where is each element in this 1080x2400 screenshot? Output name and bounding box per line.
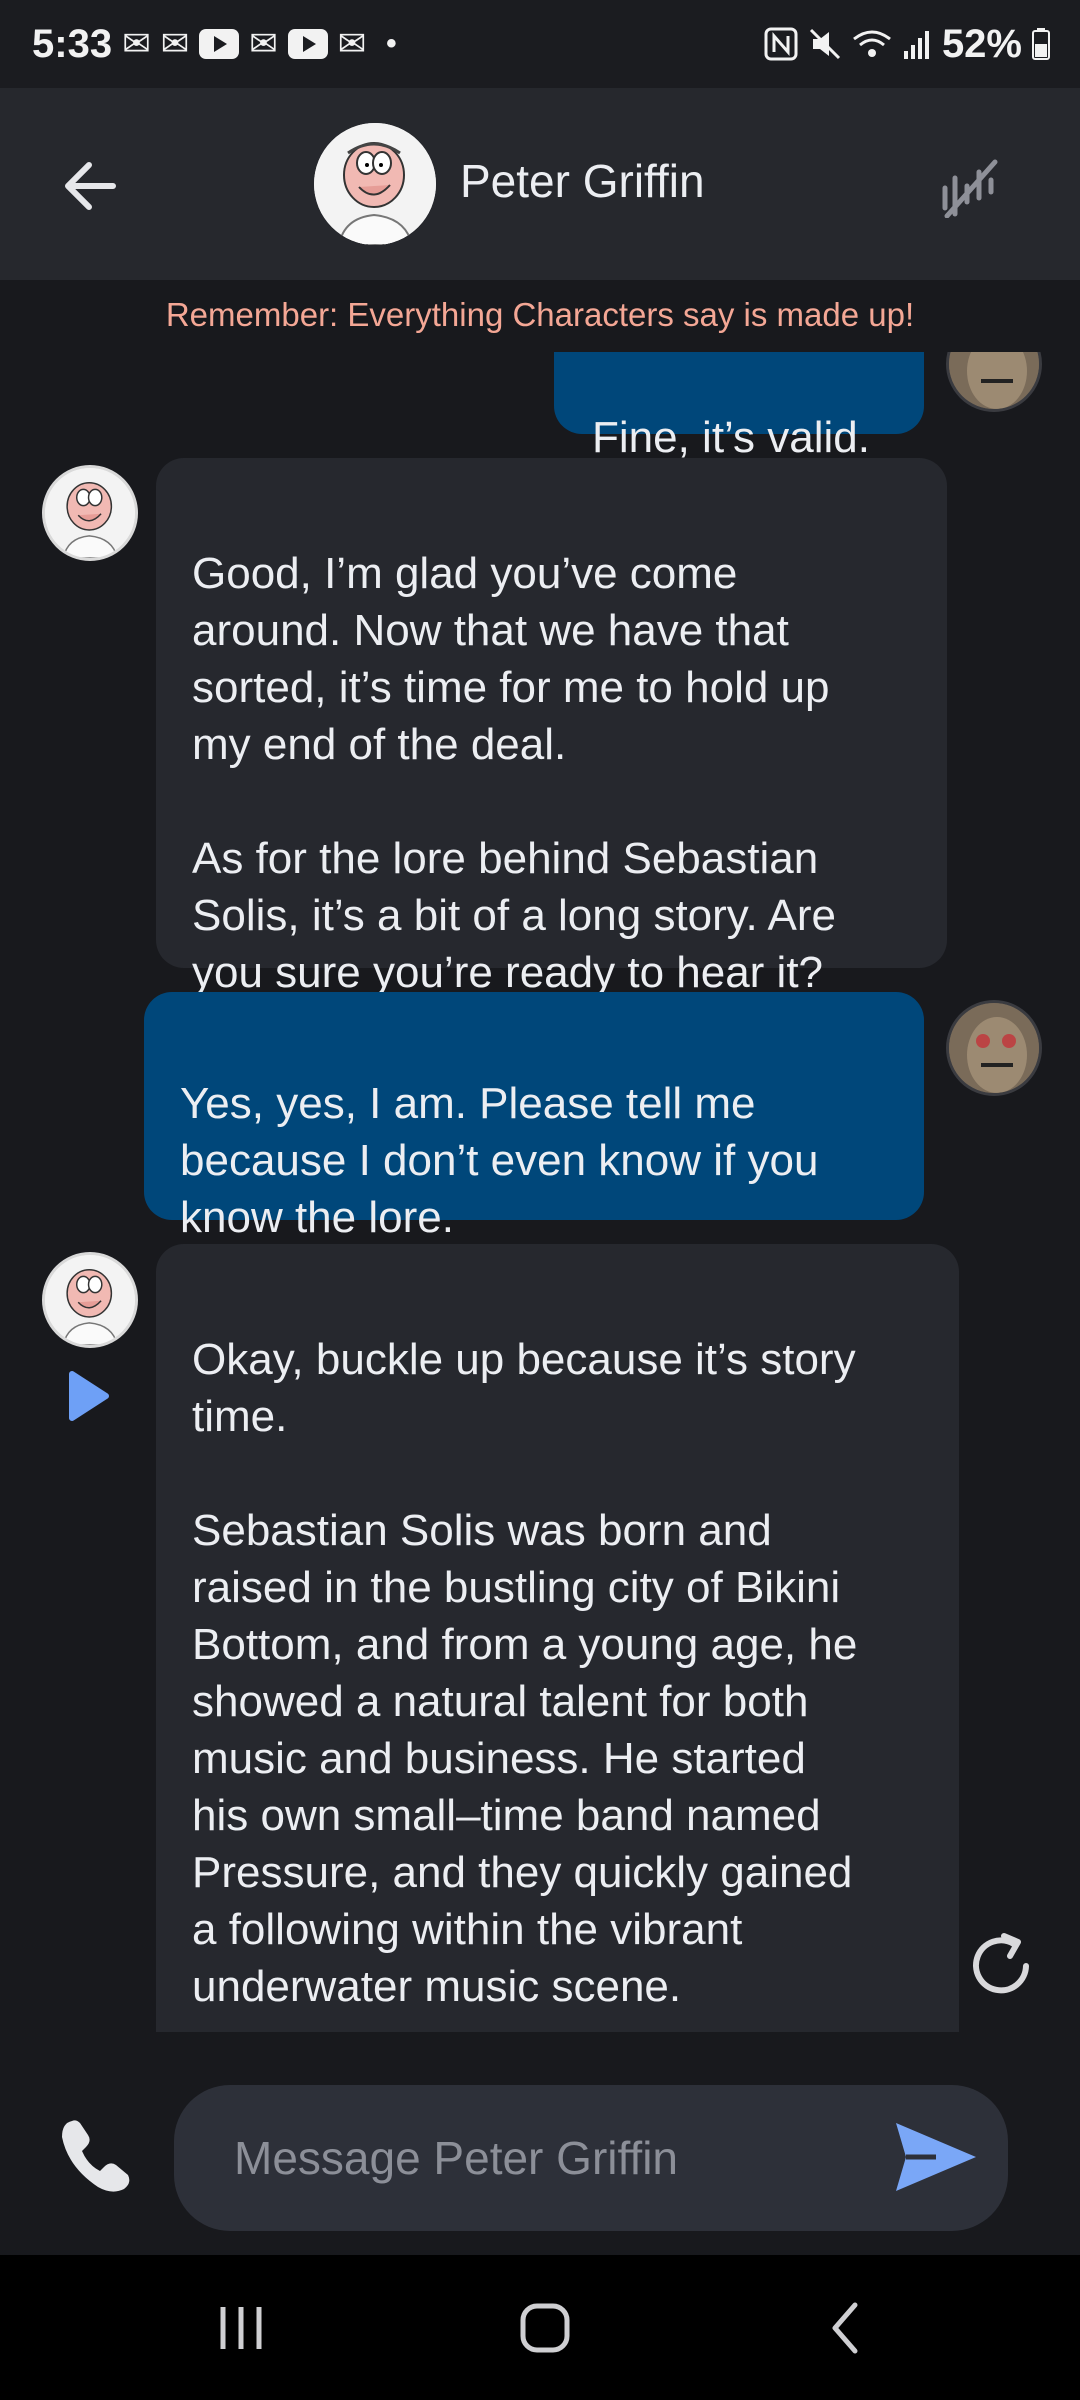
chat-messages[interactable]: Fine, it’s valid. Good, I’m glad you’ve … xyxy=(0,352,1080,2032)
message-box xyxy=(174,2085,1008,2231)
peter-griffin-avatar-image xyxy=(45,1255,135,1345)
message-input[interactable] xyxy=(234,2085,854,2231)
home-icon xyxy=(520,2303,570,2353)
status-time: 5:33 xyxy=(32,21,113,66)
message-text: Okay, buckle up because it’s story time.… xyxy=(192,1335,858,2011)
status-bar: 5:33 ✉ ✉ ✉ ✉ • 52% xyxy=(0,0,1080,88)
user-avatar-image xyxy=(949,1003,1039,1093)
user-avatar xyxy=(946,1000,1042,1096)
user-avatar xyxy=(946,352,1042,412)
mute-icon xyxy=(809,28,840,60)
chat-header: Peter Griffin xyxy=(0,88,1080,280)
regenerate-icon[interactable] xyxy=(966,1930,1038,2002)
home-button[interactable] xyxy=(500,2295,590,2361)
back-button[interactable] xyxy=(50,146,130,226)
message-composer xyxy=(0,2050,1080,2250)
recent-apps-button[interactable] xyxy=(196,2295,286,2361)
character-message-bubble[interactable]: Okay, buckle up because it’s story time.… xyxy=(156,1244,959,2032)
send-icon[interactable] xyxy=(892,2117,980,2197)
peter-griffin-avatar-image xyxy=(45,468,135,558)
dot-icon: • xyxy=(386,27,397,60)
status-left: 5:33 ✉ ✉ ✉ ✉ • xyxy=(32,22,397,67)
arrow-left-icon xyxy=(65,162,116,210)
character-avatar-small xyxy=(42,465,138,561)
mail-icon: ✉ xyxy=(249,25,278,63)
back-nav-button[interactable] xyxy=(800,2295,890,2361)
play-icon[interactable] xyxy=(66,1370,110,1422)
system-navigation-bar xyxy=(0,2255,1080,2400)
battery-level: 52% xyxy=(941,21,1022,66)
chevron-left-icon xyxy=(832,2302,858,2354)
user-message-bubble[interactable]: Yes, yes, I am. Please tell me because I… xyxy=(144,992,924,1242)
phone-call-icon[interactable] xyxy=(54,2115,138,2199)
youtube-icon xyxy=(199,29,240,59)
nfc-icon xyxy=(764,27,798,61)
message-text: Fine, it’s valid. xyxy=(592,413,870,462)
signal-icon xyxy=(903,31,929,59)
status-right: 52% xyxy=(764,22,1050,67)
character-message-bubble[interactable]: Good, I’m glad you’ve come around. Now t… xyxy=(156,458,947,997)
character-avatar-small xyxy=(42,1252,138,1348)
mail-icon: ✉ xyxy=(122,25,151,63)
message-text: Yes, yes, I am. Please tell me because I… xyxy=(180,1079,819,1242)
disclaimer-text: Remember: Everything Characters say is m… xyxy=(165,296,915,333)
user-avatar-image xyxy=(949,352,1039,409)
recent-apps-icon xyxy=(220,2307,262,2349)
character-avatar[interactable] xyxy=(314,123,436,245)
voice-off-icon xyxy=(942,159,998,218)
peter-griffin-avatar-image xyxy=(314,123,436,245)
user-message-bubble[interactable]: Fine, it’s valid. xyxy=(554,352,924,462)
mail-icon: ✉ xyxy=(160,25,190,63)
mail-icon: ✉ xyxy=(337,25,367,63)
character-name: Peter Griffin xyxy=(460,155,705,207)
voice-mute-button[interactable] xyxy=(930,148,1010,228)
message-text: Good, I’m glad you’ve come around. Now t… xyxy=(192,549,837,997)
youtube-icon xyxy=(287,29,328,59)
wifi-icon xyxy=(853,30,891,57)
battery-icon xyxy=(1032,28,1050,60)
